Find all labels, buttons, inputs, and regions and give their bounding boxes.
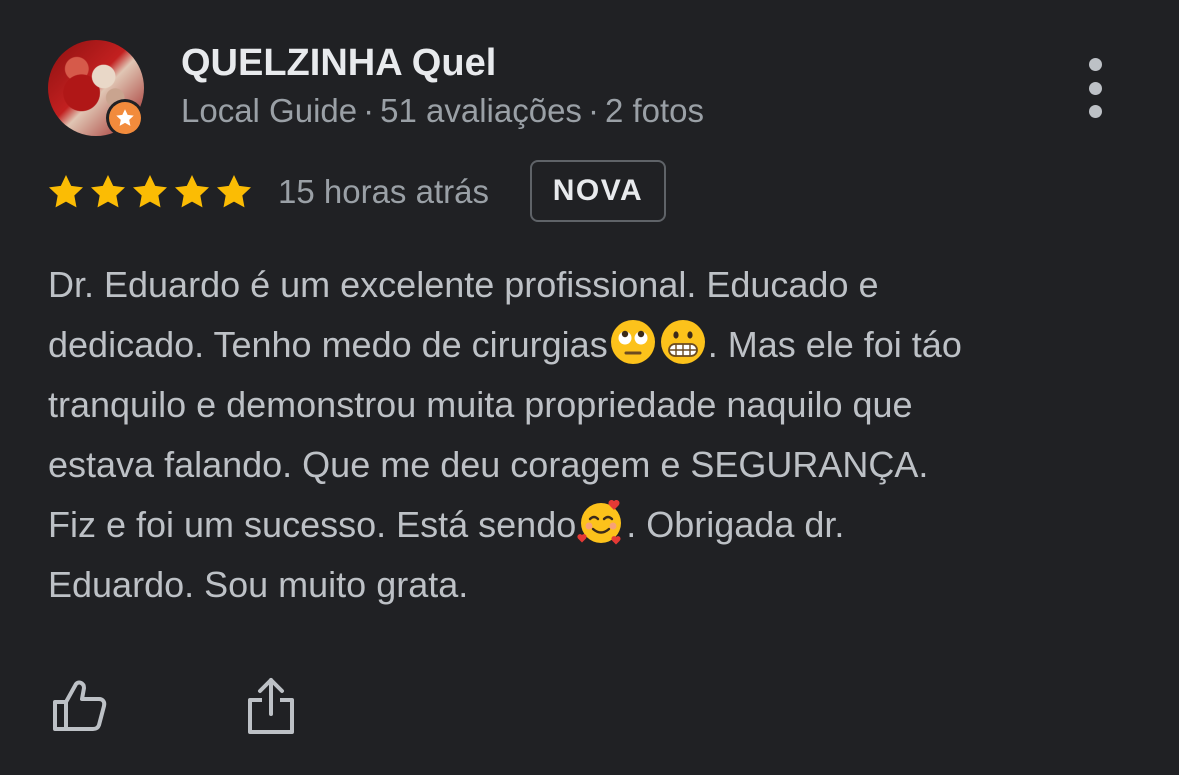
local-guide-badge [106, 99, 144, 137]
star-icon [172, 172, 212, 212]
star-icon [46, 172, 86, 212]
new-badge: NOVA [530, 160, 666, 222]
review-time: 15 horas atrás [278, 173, 489, 210]
star-icon [130, 172, 170, 212]
local-guide-label: Local Guide [181, 92, 358, 129]
more-vert-icon [1088, 58, 1102, 71]
review-text: Dr. Eduardo é um excelente profissional.… [48, 255, 1148, 615]
photos-count: 2 fotos [604, 92, 705, 129]
more-options-button[interactable] [1078, 58, 1112, 118]
review-line: estava falando. Que me deu coragem e SEG… [48, 444, 929, 485]
local-guide-star-icon [109, 102, 141, 134]
thumbs-up-icon [53, 680, 107, 731]
review-text-segment: Fiz e foi um sucesso. Está sendo [48, 504, 577, 545]
author-meta: Local Guide · 51 avaliações · 2 fotos [181, 92, 704, 130]
share-button[interactable] [244, 676, 298, 736]
grimacing-face-icon [658, 317, 708, 367]
review-line: Fiz e foi um sucesso. Está sendo . Obriga… [48, 495, 1148, 555]
review-line: Eduardo. Sou muito grata. [48, 564, 469, 605]
review-card: QUELZINHA Quel Local Guide · 51 avaliações… [0, 0, 1179, 775]
meta-separator: · [587, 92, 599, 129]
review-text-segment: . Obrigada dr. [626, 504, 845, 545]
face-with-rolling-eyes-icon [608, 317, 658, 367]
more-vert-dot [1088, 105, 1102, 118]
star-icon [214, 172, 254, 212]
author-name[interactable]: QUELZINHA Quel [181, 42, 496, 85]
review-line: Dr. Eduardo é um excelente profissional.… [48, 264, 879, 305]
review-text-segment: . Mas ele foi táo [707, 324, 962, 365]
star-icon [88, 172, 128, 212]
meta-separator: · [363, 92, 375, 129]
review-line: tranquilo e demonstrou muita propriedade… [48, 384, 913, 425]
review-line: dedicado. Tenho medo de cirurgias . Mas e… [48, 315, 1148, 375]
reviews-count: 51 avaliações [380, 92, 582, 129]
more-vert-dot [1088, 81, 1102, 95]
smiling-face-with-hearts-icon [576, 497, 626, 547]
like-button[interactable] [50, 676, 110, 736]
review-text-segment: dedicado. Tenho medo de cirurgias [48, 324, 608, 365]
share-icon [248, 678, 294, 734]
star-rating [46, 172, 254, 212]
